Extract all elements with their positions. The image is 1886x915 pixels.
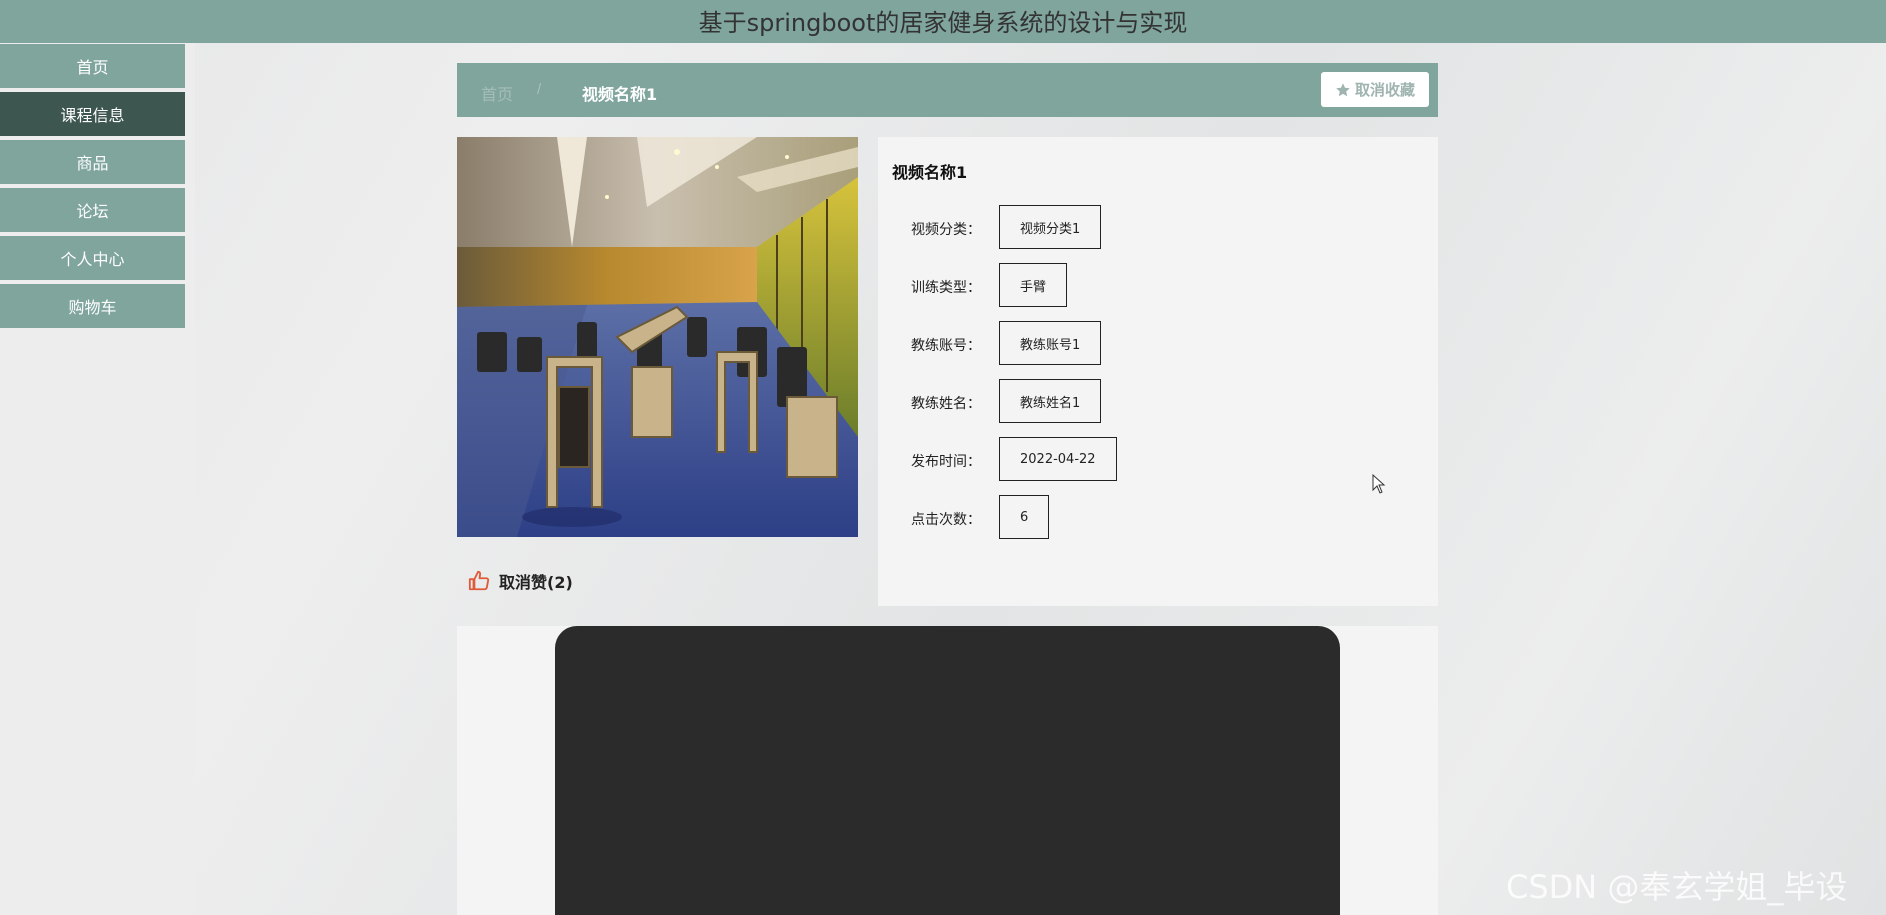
field-value-publish-time: 2022-04-22	[999, 437, 1117, 481]
sidebar: 首页 课程信息 商品 论坛 个人中心 购物车	[0, 43, 195, 915]
field-label-publish-time: 发布时间：	[911, 454, 981, 470]
sidebar-item-label: 课程信息	[60, 106, 125, 125]
sidebar-item-label: 购物车	[68, 298, 117, 317]
unlike-button[interactable]: 取消赞(2)	[468, 569, 573, 593]
gym-photo	[457, 137, 858, 537]
sidebar-item-products[interactable]: 商品	[0, 140, 185, 184]
field-label-training-type: 训练类型：	[911, 280, 981, 296]
field-label-click-count: 点击次数：	[911, 512, 981, 528]
thumbs-up-icon	[468, 570, 490, 591]
sidebar-item-home[interactable]: 首页	[0, 44, 185, 88]
sidebar-item-cart[interactable]: 购物车	[0, 284, 185, 328]
unfavorite-button[interactable]: 取消收藏	[1321, 72, 1429, 107]
sidebar-item-label: 商品	[76, 154, 109, 173]
breadcrumb-current: 视频名称1	[582, 85, 658, 104]
sidebar-item-label: 论坛	[76, 202, 109, 221]
breadcrumb-home-link[interactable]: 首页	[481, 81, 513, 105]
sidebar-item-forum[interactable]: 论坛	[0, 188, 185, 232]
breadcrumb-separator: /	[537, 81, 542, 98]
unfavorite-label: 取消收藏	[1354, 81, 1415, 99]
field-label-coach-account: 教练账号：	[911, 338, 981, 354]
app-header: 基于springboot的居家健身系统的设计与实现	[0, 0, 1886, 43]
sidebar-item-courses[interactable]: 课程信息	[0, 92, 185, 136]
sidebar-item-label: 首页	[76, 58, 109, 77]
field-label-category: 视频分类：	[911, 222, 981, 238]
app-title: 基于springboot的居家健身系统的设计与实现	[698, 9, 1188, 37]
field-value-training-type: 手臂	[999, 263, 1068, 307]
field-value-coach-name: 教练姓名1	[999, 379, 1102, 423]
mouse-cursor-icon	[1372, 474, 1386, 494]
video-section	[457, 626, 1438, 915]
sidebar-item-label: 个人中心	[60, 250, 125, 269]
course-detail-panel: 视频名称1 视频分类： 视频分类1 训练类型： 手臂 教练账号： 教练账号1 教…	[878, 137, 1438, 606]
field-value-coach-account: 教练账号1	[999, 321, 1102, 365]
field-value-category: 视频分类1	[999, 205, 1102, 249]
unlike-label: 取消赞(2)	[499, 573, 573, 592]
video-player[interactable]	[555, 626, 1340, 915]
breadcrumb: 首页 / 视频名称1 取消收藏	[457, 63, 1438, 117]
sidebar-item-profile[interactable]: 个人中心	[0, 236, 185, 280]
watermark: CSDN @奉玄学姐_毕设	[1506, 868, 1848, 906]
star-icon	[1336, 82, 1350, 96]
course-cover-image	[457, 137, 858, 537]
field-value-click-count: 6	[999, 495, 1050, 539]
field-label-coach-name: 教练姓名：	[911, 396, 981, 412]
course-title: 视频名称1	[892, 163, 968, 182]
